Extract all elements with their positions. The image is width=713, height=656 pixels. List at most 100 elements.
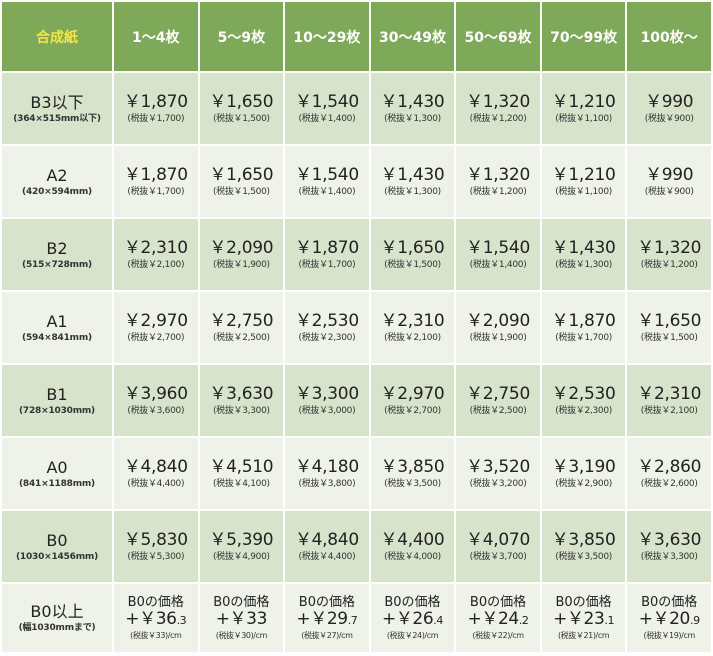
column-header: 5〜9枚 [199,2,284,71]
price-tax-incl: ￥1,650 [209,92,274,112]
per-cm-price-integer: +￥26 [381,609,434,629]
size-name: B1 [46,384,68,404]
price-tax-excl: (税抜￥900) [644,114,694,124]
price-tax-incl: ￥3,850 [551,530,616,550]
price-tax-excl: (税抜￥1,300) [555,260,612,270]
price-tax-excl: (税抜￥3,500) [555,552,612,562]
price-cell: ￥3,300 (税抜￥3,000) [285,365,369,436]
price-tax-incl: ￥4,840 [294,530,359,550]
per-cm-price-integer: +￥23 [553,609,605,629]
price-tax-incl: ￥1,870 [123,165,188,185]
price-tax-excl: (税抜￥1,200) [469,187,527,197]
price-tax-incl: ￥3,300 [294,384,359,404]
price-tax-incl: ￥3,630 [637,530,702,550]
price-cell: ￥3,520 (税抜￥3,200) [456,438,540,509]
per-cm-price-cell: B0の価格 +￥20.9 (税抜￥19)/cm [627,584,711,652]
price-cell: ￥2,310 (税抜￥2,100) [370,292,455,363]
price-cell: ￥1,430 (税抜￥1,300) [541,219,626,290]
price-cell: ￥1,870 (税抜￥1,700) [114,73,198,144]
price-tax-excl: (税抜￥1,200) [640,260,698,270]
price-cell: ￥1,540 (税抜￥1,400) [285,73,369,144]
price-tax-excl: (税抜￥4,100) [212,479,270,489]
table-row-b0plus: B0以上 (幅1030mmまで) B0の価格 +￥36.3 (税抜￥33)/cm B0の価… [2,584,711,652]
price-cell: ￥1,650 (税抜￥1,500) [199,73,284,144]
column-header: 1〜4枚 [114,2,198,71]
price-tax-excl: (税抜￥1,100) [555,187,612,197]
price-cell: ￥1,650 (税抜￥1,500) [199,146,284,217]
price-tax-incl: ￥4,510 [209,457,274,477]
price-tax-excl: (税抜￥1,300) [384,114,441,124]
price-tax-excl: (税抜￥3,300) [212,406,270,416]
price-tax-excl: (税抜￥1,100) [555,114,612,124]
price-cell: ￥3,190 (税抜￥2,900) [541,438,626,509]
per-cm-price-decimal: .2 [518,614,529,627]
per-cm-price-cell: B0の価格 +￥23.1 (税抜￥21)/cm [541,584,626,652]
price-cell: ￥1,320 (税抜￥1,200) [627,219,711,290]
price-cell: ￥1,540 (税抜￥1,400) [285,146,369,217]
table-row: B3以下 (364×515mm以下) ￥1,870 (税抜￥1,700) ￥1,650 (… [2,73,711,144]
price-tax-excl: (税抜￥1,700) [127,187,185,197]
price-tax-incl: ￥4,180 [294,457,359,477]
size-dimensions: (841×1188mm) [19,478,95,489]
price-tax-excl: (税抜￥1,900) [212,260,270,270]
price-tax-incl: ￥2,090 [466,311,530,331]
per-cm-price-cell: B0の価格 +￥33 (税抜￥30)/cm [199,584,284,652]
table-row: B2 (515×728mm) ￥2,310 (税抜￥2,100) ￥2,090 (税抜￥1… [2,219,711,290]
price-tax-incl: ￥1,650 [209,165,274,185]
price-cell: ￥1,650 (税抜￥1,500) [627,292,711,363]
price-cell: ￥2,970 (税抜￥2,700) [370,365,455,436]
price-cell: ￥1,320 (税抜￥1,200) [456,146,540,217]
price-tax-excl: (税抜￥1,500) [384,260,441,270]
price-cell: ￥1,540 (税抜￥1,400) [456,219,540,290]
price-tax-incl: ￥1,870 [551,311,616,331]
price-cell: ￥1,210 (税抜￥1,100) [541,73,626,144]
price-tax-excl: (税抜￥1,500) [640,333,698,343]
per-cm-price-cell: B0の価格 +￥26.4 (税抜￥24)/cm [370,584,455,652]
price-tax-incl: ￥2,530 [551,384,616,404]
price-tax-incl: ￥1,540 [466,238,530,258]
size-cell: A2 (420×594mm) [2,146,112,217]
price-tax-excl: (税抜￥1,200) [469,114,527,124]
price-tax-incl: ￥3,190 [551,457,616,477]
per-cm-price-decimal: .7 [347,614,358,627]
base-price-label: B0の価格 [127,595,184,610]
price-tax-excl: (税抜￥1,400) [298,187,356,197]
price-tax-excl: (税抜￥2,700) [384,406,441,416]
per-cm-price-decimal: .4 [433,614,443,627]
per-cm-price-decimal: .1 [604,614,615,627]
price-tax-excl: (税抜￥5,300) [127,552,185,562]
price-cell: ￥2,970 (税抜￥2,700) [114,292,198,363]
price-cell: ￥3,630 (税抜￥3,300) [199,365,284,436]
price-cell: ￥3,850 (税抜￥3,500) [541,511,626,582]
price-cell: ￥4,070 (税抜￥3,700) [456,511,540,582]
per-cm-price-tax-excl: (税抜￥27)/cm [301,631,353,640]
price-cell: ￥5,830 (税抜￥5,300) [114,511,198,582]
base-price-label: B0の価格 [384,595,441,610]
price-tax-excl: (税抜￥3,700) [469,552,527,562]
price-tax-excl: (税抜￥1,900) [469,333,527,343]
base-price-label: B0の価格 [213,595,270,610]
price-tax-incl: ￥1,430 [380,92,445,112]
per-cm-price-tax-excl: (税抜￥19)/cm [643,631,696,640]
price-tax-excl: (税抜￥1,500) [212,187,270,197]
price-cell: ￥990 (税抜￥900) [627,146,711,217]
price-tax-excl: (税抜￥1,700) [127,114,185,124]
per-cm-price-tax-excl: (税抜￥22)/cm [472,631,524,640]
table-row: A2 (420×594mm) ￥1,870 (税抜￥1,700) ￥1,650 (税抜￥1… [2,146,711,217]
per-cm-price-cell: B0の価格 +￥24.2 (税抜￥22)/cm [456,584,540,652]
per-cm-price-integer: +￥24 [467,609,520,629]
per-cm-price-integer: +￥33 [215,609,268,629]
per-cm-price-tax-excl: (税抜￥21)/cm [557,631,610,640]
column-header: 50〜69枚 [456,2,540,71]
price-tax-incl: ￥1,430 [380,165,445,185]
price-cell: ￥2,310 (税抜￥2,100) [114,219,198,290]
price-tax-excl: (税抜￥1,700) [555,333,612,343]
base-price-label: B0の価格 [298,595,355,610]
price-cell: ￥2,090 (税抜￥1,900) [199,219,284,290]
per-cm-price: +￥24.2 [456,610,540,630]
price-tax-incl: ￥2,970 [123,311,188,331]
per-cm-price-tax-excl: (税抜￥30)/cm [215,631,268,640]
price-tax-incl: ￥2,090 [209,238,274,258]
price-tax-incl: ￥1,210 [551,92,616,112]
price-tax-excl: (税抜￥1,400) [469,260,527,270]
